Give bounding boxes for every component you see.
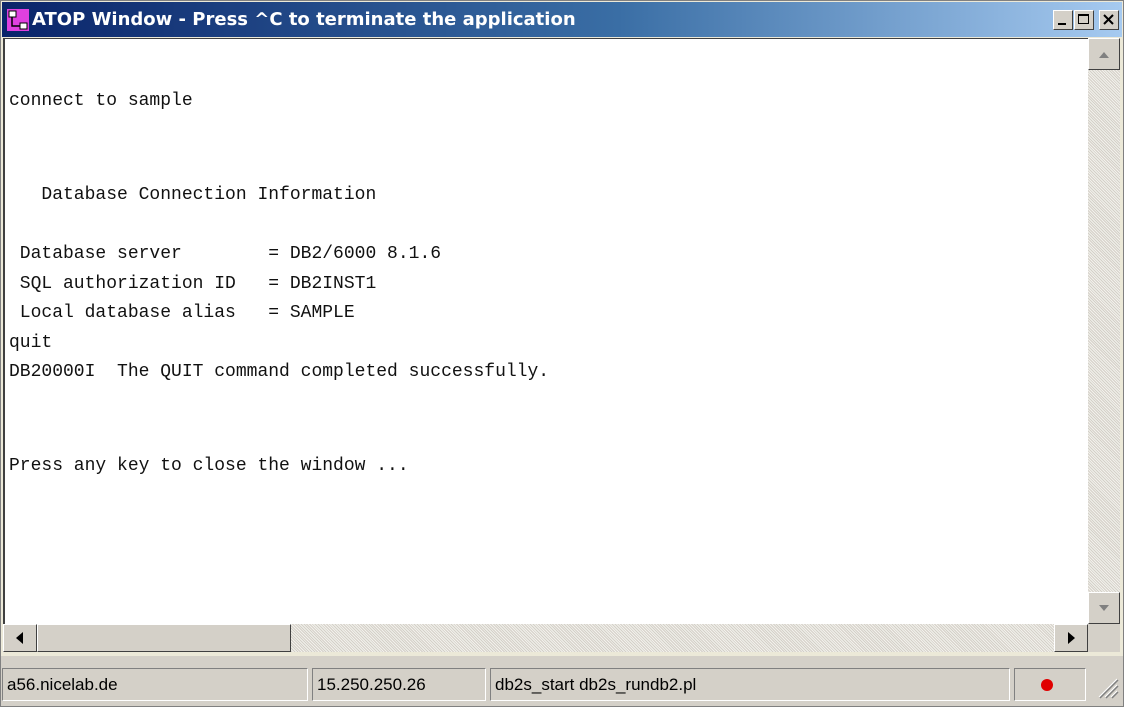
status-indicator-icon	[1041, 679, 1053, 691]
console-output[interactable]: connect to sample Database Connection In…	[3, 38, 1088, 624]
close-icon	[1103, 14, 1114, 25]
status-command: db2s_start db2s_rundb2.pl	[490, 668, 1010, 701]
status-ip: 15.250.250.26	[312, 668, 486, 701]
horizontal-scroll-thumb[interactable]	[37, 624, 291, 652]
minimize-button[interactable]	[1053, 10, 1073, 30]
close-button[interactable]	[1099, 10, 1119, 30]
maximize-button[interactable]	[1074, 10, 1094, 30]
scroll-up-button[interactable]	[1088, 38, 1120, 70]
title-bar[interactable]: ATOP Window - Press ^C to terminate the …	[2, 2, 1122, 37]
window-title: ATOP Window - Press ^C to terminate the …	[32, 9, 576, 30]
arrow-up-icon	[1099, 52, 1109, 58]
console-line: SQL authorization ID = DB2INST1	[9, 274, 377, 294]
vertical-scrollbar[interactable]	[1088, 38, 1120, 624]
horizontal-scrollbar[interactable]	[3, 624, 1088, 652]
console-line: DB20000I The QUIT command completed succ…	[9, 362, 550, 382]
status-indicator-panel	[1014, 668, 1086, 701]
app-icon	[7, 9, 29, 31]
arrow-left-icon	[16, 632, 23, 644]
console-line: Database server = DB2/6000 8.1.6	[9, 244, 442, 264]
minimize-icon	[1058, 23, 1066, 25]
console-line: quit	[9, 333, 53, 353]
status-host: a56.nicelab.de	[2, 668, 308, 701]
scroll-down-button[interactable]	[1088, 592, 1120, 624]
scroll-right-button[interactable]	[1054, 624, 1088, 652]
console-line: Local database alias = SAMPLE	[9, 303, 355, 323]
arrow-right-icon	[1068, 632, 1075, 644]
console-line: connect to sample	[9, 91, 193, 111]
console-pane: connect to sample Database Connection In…	[3, 38, 1120, 652]
resize-grip-icon[interactable]	[1095, 675, 1119, 699]
console-line: Database Connection Information	[9, 185, 377, 205]
scrollbar-corner	[1088, 624, 1120, 652]
arrow-down-icon	[1099, 605, 1109, 611]
atop-window: ATOP Window - Press ^C to terminate the …	[0, 0, 1124, 707]
maximize-icon	[1078, 14, 1089, 24]
status-bar: a56.nicelab.de 15.250.250.26 db2s_start …	[1, 656, 1123, 706]
scroll-left-button[interactable]	[3, 624, 37, 652]
console-line: Press any key to close the window ...	[9, 456, 409, 476]
